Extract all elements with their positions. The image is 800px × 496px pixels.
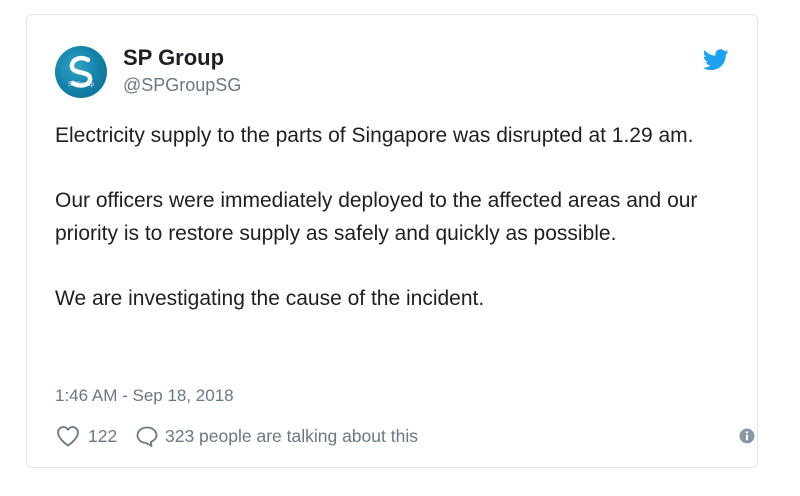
author-name[interactable]: SP Group — [123, 45, 224, 71]
author-handle[interactable]: @SPGroupSG — [123, 73, 241, 97]
tweet-actions: 122 323 people are talking about this — [55, 423, 755, 449]
tweet-paragraph: We are investigating the cause of the in… — [55, 286, 485, 310]
avatar[interactable]: SPGroup — [55, 46, 107, 98]
info-icon[interactable] — [739, 428, 755, 444]
sp-group-logo-icon — [69, 56, 93, 88]
tweet-text: Electricity supply to the parts of Singa… — [55, 120, 745, 315]
like-count[interactable]: 122 — [88, 425, 117, 447]
tweet-timestamp[interactable]: 1:46 AM - Sep 18, 2018 — [55, 385, 234, 407]
tweet-paragraph: Our officers were immediately deployed t… — [55, 189, 698, 245]
speech-bubble-icon[interactable] — [135, 425, 159, 447]
avatar-logo-text: SPGroup — [67, 82, 95, 88]
twitter-bird-icon[interactable] — [703, 49, 729, 71]
conversation-link[interactable]: 323 people are talking about this — [165, 425, 418, 447]
heart-icon[interactable] — [56, 425, 80, 447]
tweet-paragraph: Electricity supply to the parts of Singa… — [55, 124, 694, 147]
page: SPGroup SP Group @SPGroupSG Electricity … — [0, 0, 800, 496]
tweet-card: SPGroup SP Group @SPGroupSG Electricity … — [26, 14, 758, 468]
